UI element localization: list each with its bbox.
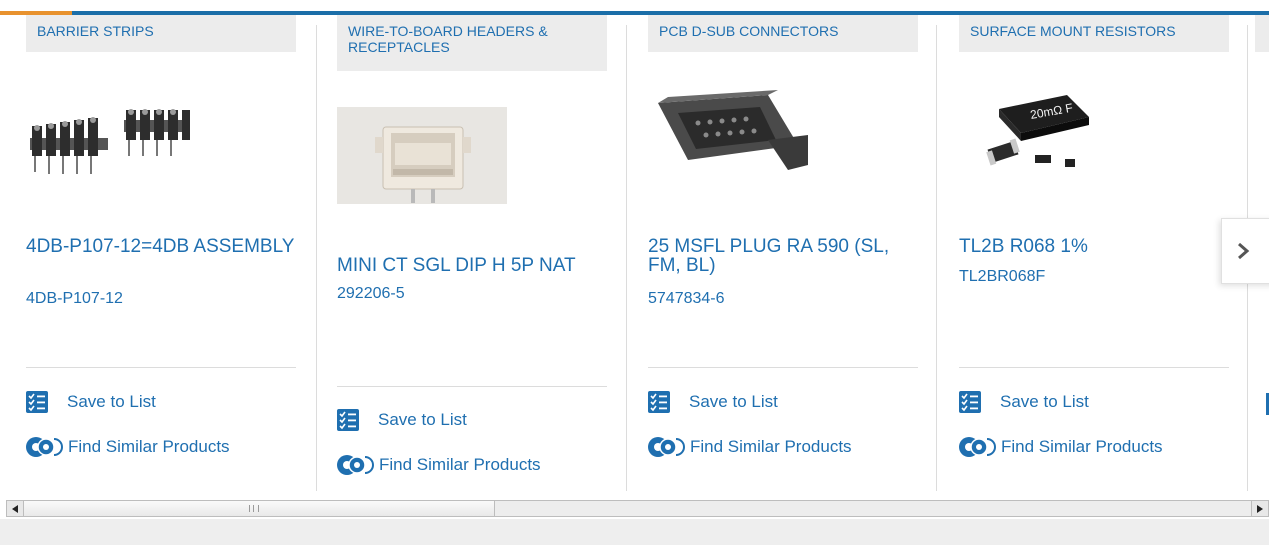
checklist-icon [959,391,981,413]
divider [959,367,1229,368]
gears-icon [26,437,63,457]
save-to-list-button[interactable]: Save to List [959,391,1089,413]
category-tab[interactable]: WIRE-TO-BOARD HEADERS & RECEPTACLES [337,15,607,71]
product-title-link[interactable]: TL2B R068 1% [959,237,1229,256]
gears-icon [959,437,996,457]
carousel-next-button[interactable] [1221,218,1269,284]
part-number-link[interactable]: 5747834-6 [648,290,725,308]
header-connector-image[interactable] [337,107,507,204]
smd-resistor-image[interactable]: 20mΩ F [959,87,1099,187]
divider [337,386,607,387]
barrier-strip-image[interactable] [26,98,226,198]
find-similar-button[interactable]: Find Similar Products [646,435,852,459]
product-carousel: BARRIER STRIPS 4DB-P107-12=4DB ASSEMBLY … [0,15,1269,493]
checklist-icon [337,409,359,431]
checklist-icon [26,391,48,413]
save-to-list-button[interactable]: Save to List [648,391,778,413]
triangle-left-icon [12,504,18,513]
divider [26,367,296,368]
scrollbar-thumb[interactable] [24,501,495,516]
save-to-list-label: Save to List [67,392,156,411]
thumb-grip [249,505,259,512]
product-title-link[interactable]: 4DB-P107-12=4DB ASSEMBLY [26,237,296,256]
part-number-link[interactable]: 4DB-P107-12 [26,290,123,308]
horizontal-scrollbar[interactable] [6,500,1269,517]
scroll-left-button[interactable] [7,501,24,516]
find-similar-button[interactable]: Find Similar Products [957,435,1163,459]
save-to-list-button[interactable]: Save to List [26,391,156,413]
triangle-right-icon [1257,504,1263,513]
dsub-connector-image[interactable] [648,85,808,185]
category-tab[interactable]: SURFACE MOUNT RESISTORS [959,15,1229,52]
save-to-list-label: Save to List [1000,392,1089,411]
save-to-list-label: Save to List [689,392,778,411]
checklist-icon [648,391,670,413]
footer-background [0,519,1269,545]
save-to-list-label: Save to List [378,410,467,429]
category-tab[interactable]: BARRIER STRIPS [26,15,296,52]
chevron-right-icon [1238,242,1250,260]
part-number-link[interactable]: 292206-5 [337,285,405,303]
product-card: PCB D-SUB CONNECTORS 25 MSFL PLUG RA 590… [622,15,932,493]
find-similar-label: Find Similar Products [690,437,852,456]
product-card: WIRE-TO-BOARD HEADERS & RECEPTACLES MINI… [311,15,621,493]
find-similar-label: Find Similar Products [68,437,230,456]
save-to-list-button[interactable]: Save to List [337,409,467,431]
part-number-link[interactable]: TL2BR068F [959,268,1045,286]
find-similar-button[interactable]: Find Similar Products [335,453,541,477]
divider [648,367,918,368]
gears-icon [648,437,685,457]
product-title-link[interactable]: 25 MSFL PLUG RA 590 (SL, FM, BL) [648,237,918,275]
find-similar-label: Find Similar Products [379,455,541,474]
gears-icon [337,455,374,475]
product-card: SURFACE MOUNT RESISTORS 20mΩ F TL2B R068… [933,15,1243,493]
find-similar-label: Find Similar Products [1001,437,1163,456]
next-card-category-tab [1255,15,1269,52]
product-title-link[interactable]: MINI CT SGL DIP H 5P NAT [337,256,607,275]
category-tab[interactable]: PCB D-SUB CONNECTORS [648,15,918,52]
find-similar-button[interactable]: Find Similar Products [24,435,230,459]
scroll-right-button[interactable] [1251,501,1268,516]
product-card: BARRIER STRIPS 4DB-P107-12=4DB ASSEMBLY … [0,15,310,493]
